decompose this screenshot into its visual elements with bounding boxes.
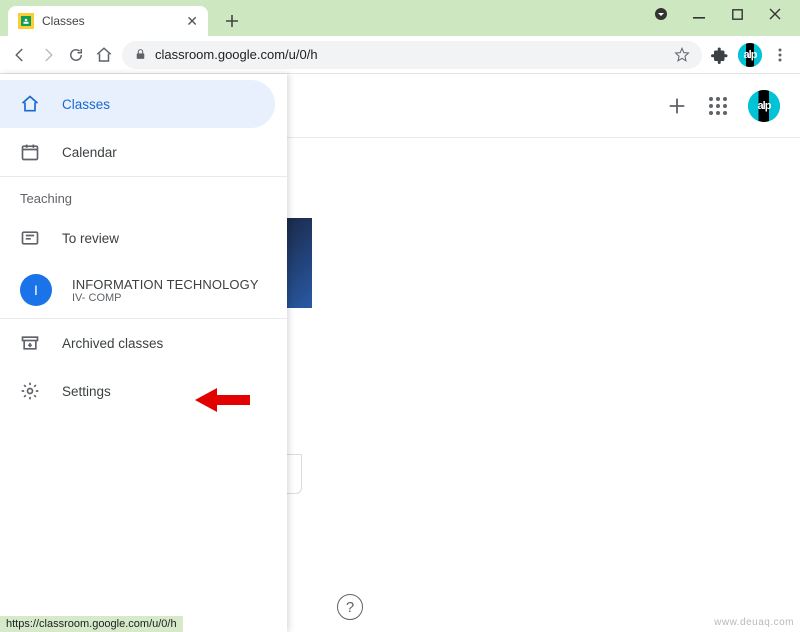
address-bar[interactable]: classroom.google.com/u/0/h	[122, 41, 702, 69]
chrome-account-icon[interactable]	[654, 7, 668, 21]
chrome-profile-avatar[interactable]: alp	[738, 43, 762, 67]
sidebar-item-label: Archived classes	[62, 336, 163, 351]
class-section: IV- COMP	[72, 292, 259, 304]
back-button[interactable]	[10, 45, 30, 65]
class-card-footer-partial	[287, 454, 302, 494]
browser-tab[interactable]: Classes ✕	[8, 6, 208, 36]
sidebar-item-calendar[interactable]: Calendar	[0, 128, 287, 176]
sidebar-item-archived[interactable]: Archived classes	[0, 319, 287, 367]
forward-button[interactable]	[38, 45, 58, 65]
home-button[interactable]	[94, 45, 114, 65]
close-tab-icon[interactable]: ✕	[186, 13, 198, 30]
sidebar-item-label: Classes	[62, 97, 110, 112]
to-review-icon	[20, 228, 40, 248]
help-button[interactable]: ?	[337, 594, 363, 620]
class-card-partial[interactable]	[287, 218, 312, 308]
archive-icon	[20, 333, 40, 353]
sidebar-item-label: Calendar	[62, 145, 117, 160]
google-apps-icon[interactable]	[708, 96, 728, 116]
annotation-arrow	[195, 386, 250, 414]
status-bar-url: https://classroom.google.com/u/0/h	[0, 616, 183, 632]
class-avatar: I	[20, 274, 52, 306]
browser-toolbar: classroom.google.com/u/0/h alp	[0, 36, 800, 74]
sidebar-class-item[interactable]: I INFORMATION TECHNOLOGY IV- COMP	[0, 262, 287, 318]
lock-icon	[134, 48, 147, 61]
browser-tab-strip: Classes ✕	[0, 0, 800, 36]
watermark: www.deuaq.com	[714, 617, 794, 628]
sidebar-item-label: Settings	[62, 384, 111, 399]
new-tab-button[interactable]	[218, 7, 246, 35]
home-icon	[20, 94, 40, 114]
bookmark-star-icon[interactable]	[674, 47, 690, 63]
extensions-icon[interactable]	[710, 45, 730, 65]
calendar-icon	[20, 142, 40, 162]
app-header: alp	[287, 74, 800, 138]
sidebar-item-label: To review	[62, 231, 119, 246]
classroom-sidebar: Classes Calendar Teaching To review I IN…	[0, 74, 287, 632]
sidebar-item-classes[interactable]: Classes	[0, 80, 275, 128]
gear-icon	[20, 381, 40, 401]
classroom-favicon	[18, 13, 34, 29]
create-class-button[interactable]	[666, 95, 688, 117]
sidebar-section-teaching: Teaching	[0, 177, 287, 214]
sidebar-item-to-review[interactable]: To review	[0, 214, 287, 262]
chrome-menu-icon[interactable]	[770, 45, 790, 65]
account-avatar[interactable]: alp	[748, 90, 780, 122]
window-close-button[interactable]	[768, 7, 782, 21]
window-maximize-button[interactable]	[730, 7, 744, 21]
window-minimize-button[interactable]	[692, 7, 706, 21]
class-name: INFORMATION TECHNOLOGY	[72, 277, 259, 292]
url-text: classroom.google.com/u/0/h	[155, 47, 318, 62]
reload-button[interactable]	[66, 45, 86, 65]
main-content: alp ?	[287, 74, 800, 632]
tab-title: Classes	[42, 14, 85, 28]
